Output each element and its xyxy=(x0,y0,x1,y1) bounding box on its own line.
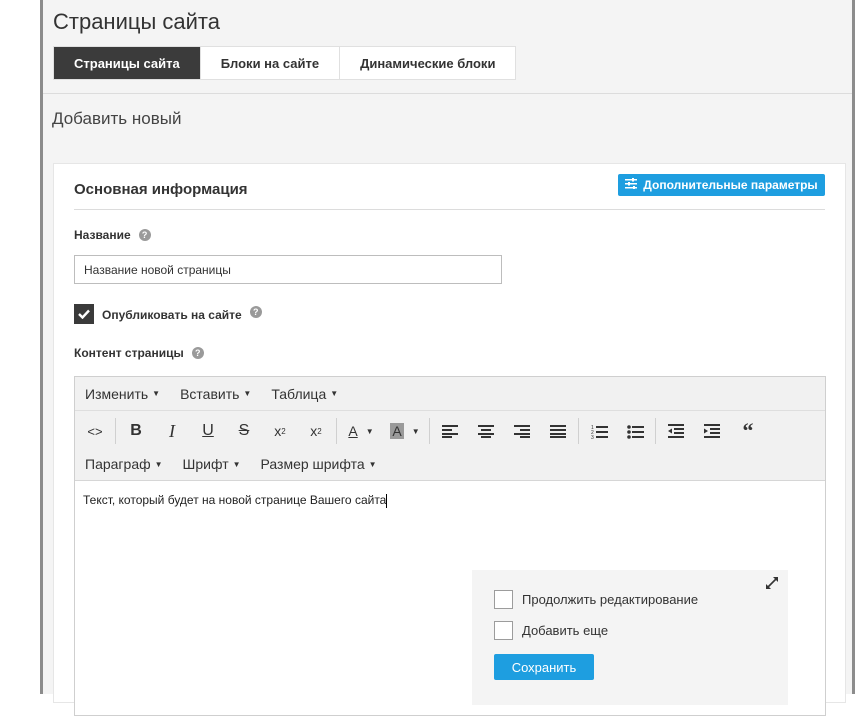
indent-icon[interactable] xyxy=(694,416,730,446)
page-name-input[interactable] xyxy=(74,255,502,284)
bold-icon[interactable]: B xyxy=(118,416,154,446)
main-frame: Страницы сайта Страницы сайта Блоки на с… xyxy=(40,0,855,716)
menu-font[interactable]: Шрифт ▼ xyxy=(173,456,251,472)
save-button[interactable]: Сохранить xyxy=(494,654,594,680)
help-icon[interactable]: ? xyxy=(191,347,204,359)
code-icon[interactable]: <> xyxy=(77,416,113,446)
continue-editing-option: Продолжить редактирование xyxy=(494,590,698,609)
tab-dynamic-blocks[interactable]: Динамические блоки xyxy=(340,47,515,79)
menu-font-size[interactable]: Размер шрифта ▼ xyxy=(251,456,387,472)
superscript-icon[interactable]: x2 xyxy=(262,416,298,446)
page-title: Страницы сайта xyxy=(53,9,220,34)
help-icon[interactable]: ? xyxy=(249,306,262,318)
tab-site-blocks[interactable]: Блоки на сайте xyxy=(201,47,341,79)
advanced-params-label: Дополнительные параметры xyxy=(643,178,818,192)
outdent-icon[interactable] xyxy=(658,416,694,446)
continue-editing-checkbox[interactable] xyxy=(494,590,513,609)
add-more-label: Добавить еще xyxy=(522,623,609,638)
caret-down-icon: ▼ xyxy=(232,459,241,469)
align-left-icon[interactable] xyxy=(432,416,468,446)
menu-table[interactable]: Таблица ▼ xyxy=(261,386,348,402)
name-label: Название xyxy=(74,228,131,242)
underline-icon[interactable]: U xyxy=(190,416,226,446)
caret-down-icon: ▼ xyxy=(243,389,252,398)
menu-table-label: Таблица xyxy=(271,385,327,402)
content-label-row: Контент страницы ? xyxy=(74,346,204,360)
tab-site-pages[interactable]: Страницы сайта xyxy=(54,47,201,79)
add-more-checkbox[interactable] xyxy=(494,621,513,640)
align-center-icon[interactable] xyxy=(468,416,504,446)
svg-text:3: 3 xyxy=(591,435,594,439)
header-divider xyxy=(43,93,852,94)
tab-bar: Страницы сайта Блоки на сайте Динамическ… xyxy=(53,46,517,80)
advanced-params-button[interactable]: Дополнительные параметры xyxy=(618,174,825,196)
publish-label-row: Опубликовать на сайте ? xyxy=(102,302,262,322)
continue-editing-label: Продолжить редактирование xyxy=(522,592,699,607)
toolbar-separator xyxy=(429,418,430,444)
card-title: Основная информация xyxy=(74,181,248,198)
editor-menu-bar: Изменить ▼ Вставить ▼ Таблица ▼ xyxy=(75,377,825,411)
menu-insert-label: Вставить xyxy=(180,385,240,402)
menu-insert[interactable]: Вставить ▼ xyxy=(170,386,261,402)
content-label: Контент страницы xyxy=(74,346,184,360)
menu-edit-label: Изменить xyxy=(85,385,149,402)
editor-format-row: Параграф ▼ Шрифт ▼ Размер шрифта ▼ xyxy=(75,449,825,479)
editor-content[interactable]: Текст, который будет на новой странице В… xyxy=(83,493,388,508)
main-info-card: Основная информация Дополнительные парам… xyxy=(53,163,846,716)
caret-down-icon: ▼ xyxy=(368,459,377,469)
card-divider xyxy=(74,209,825,210)
editor-text: Текст, который будет на новой странице В… xyxy=(83,493,387,507)
strikethrough-icon[interactable]: S xyxy=(226,416,262,446)
toolbar-separator xyxy=(115,418,116,444)
checkmark-icon xyxy=(78,309,90,319)
background-color-icon[interactable]: A ▼ xyxy=(383,416,427,446)
menu-paragraph-label: Параграф xyxy=(85,456,151,472)
name-label-row: Название ? xyxy=(74,228,151,242)
numbered-list-icon[interactable]: 123 xyxy=(581,416,617,446)
expand-icon[interactable] xyxy=(766,576,778,594)
publish-label: Опубликовать на сайте xyxy=(102,308,242,322)
toolbar-separator xyxy=(578,418,579,444)
editor-button-row: <> B I U S x2 x2 A ▼ A ▼ 1 2 3 “ xyxy=(75,413,825,449)
menu-font-size-label: Размер шрифта xyxy=(260,456,365,472)
caret-down-icon: ▼ xyxy=(154,459,163,469)
menu-edit[interactable]: Изменить ▼ xyxy=(75,386,170,402)
align-justify-icon[interactable] xyxy=(540,416,576,446)
text-color-icon[interactable]: A ▼ xyxy=(339,416,383,446)
subscript-icon[interactable]: x2 xyxy=(298,416,334,446)
add-more-option: Добавить еще xyxy=(494,621,608,640)
bullet-list-icon[interactable] xyxy=(617,416,653,446)
caret-down-icon: ▼ xyxy=(152,389,161,398)
help-icon[interactable]: ? xyxy=(138,229,151,241)
toolbar-separator xyxy=(655,418,656,444)
align-right-icon[interactable] xyxy=(504,416,540,446)
menu-paragraph[interactable]: Параграф ▼ xyxy=(75,456,173,472)
italic-icon[interactable]: I xyxy=(154,416,190,446)
blockquote-icon[interactable]: “ xyxy=(730,416,766,446)
save-panel: Продолжить редактирование Добавить еще С… xyxy=(472,570,788,705)
sliders-icon xyxy=(625,178,638,192)
section-subtitle: Добавить новый xyxy=(52,109,182,128)
publish-checkbox[interactable] xyxy=(74,304,94,324)
menu-font-label: Шрифт xyxy=(182,456,229,472)
editor-toolbar: Изменить ▼ Вставить ▼ Таблица ▼ <> B I U S … xyxy=(75,377,825,481)
toolbar-separator xyxy=(336,418,337,444)
caret-down-icon: ▼ xyxy=(330,389,339,398)
text-cursor xyxy=(386,493,388,508)
